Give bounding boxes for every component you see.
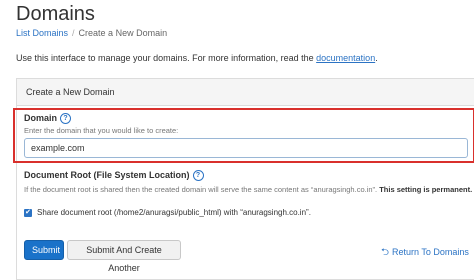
domain-label-text: Domain <box>24 113 58 123</box>
domain-input[interactable] <box>24 138 468 158</box>
checkbox-checked-icon[interactable]: ✔ <box>24 208 32 217</box>
intro-text: Use this interface to manage your domain… <box>16 53 378 63</box>
submit-button[interactable]: Submit <box>24 240 64 260</box>
intro-suffix: . <box>375 53 378 63</box>
document-root-hint: If the document root is shared then the … <box>24 185 472 194</box>
page-title: Domains <box>16 3 95 25</box>
intro-sentence: Use this interface to manage your domain… <box>16 53 317 63</box>
panel-heading: Create a New Domain <box>17 79 474 106</box>
documentation-link[interactable]: documentation <box>316 53 375 63</box>
question-circle-icon[interactable]: ? <box>192 170 204 182</box>
document-root-hint-bold: This setting is permanent. <box>379 185 473 194</box>
return-arrow-icon: ⮌ <box>381 247 390 258</box>
share-docroot-label[interactable]: Share document root (/home2/anuragsi/pub… <box>37 208 311 217</box>
question-circle-icon[interactable]: ? <box>60 113 72 125</box>
submit-and-create-another-button[interactable]: Submit And Create Another <box>67 240 181 273</box>
domain-label: Domain? <box>24 113 72 125</box>
document-root-hint-text: If the document root is shared then the … <box>24 185 378 194</box>
return-to-domains-label[interactable]: Return To Domains <box>392 247 469 257</box>
breadcrumb-separator: / <box>72 28 75 38</box>
breadcrumb-list-domains-link[interactable]: List Domains <box>16 28 68 38</box>
share-docroot-row[interactable]: ✔ Share document root (/home2/anuragsi/p… <box>24 208 311 217</box>
return-to-domains-link[interactable]: ⮌ Return To Domains <box>381 245 469 262</box>
document-root-label-text: Document Root (File System Location) <box>24 170 190 180</box>
breadcrumb-current: Create a New Domain <box>78 28 168 38</box>
breadcrumb: List Domains / Create a New Domain <box>16 28 167 38</box>
domain-hint: Enter the domain that you would like to … <box>24 126 179 135</box>
document-root-label: Document Root (File System Location)? <box>24 170 204 182</box>
